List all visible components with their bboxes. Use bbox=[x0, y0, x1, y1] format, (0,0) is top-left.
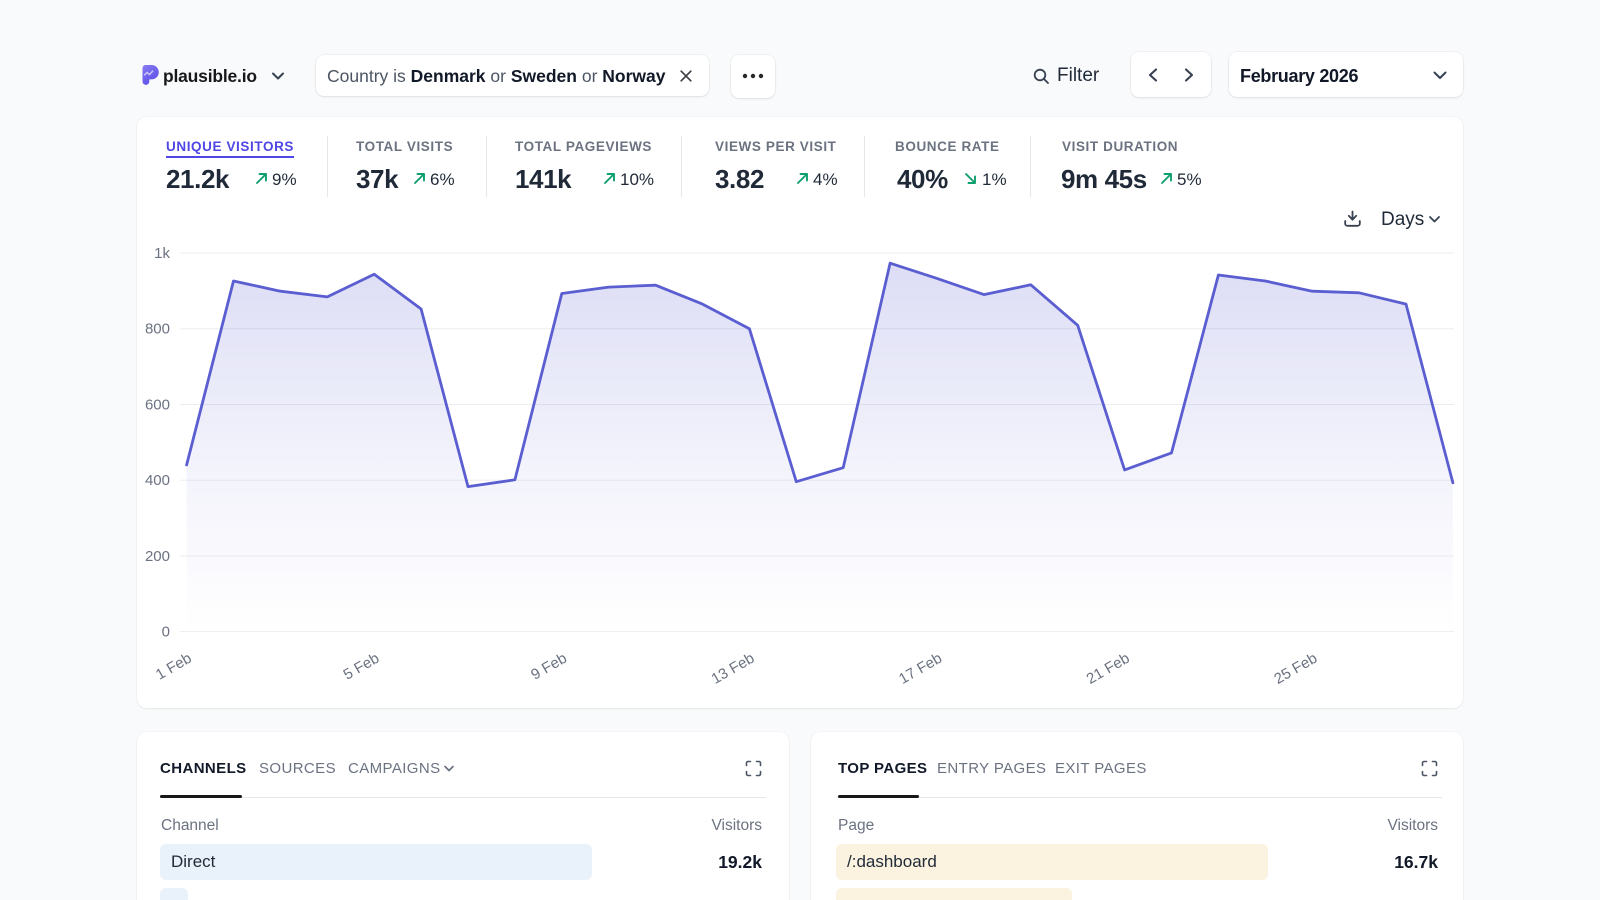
svg-text:600: 600 bbox=[145, 397, 170, 414]
svg-text:0: 0 bbox=[162, 624, 170, 641]
svg-text:13 Feb: 13 Feb bbox=[708, 650, 757, 688]
svg-text:17 Feb: 17 Feb bbox=[896, 650, 945, 688]
svg-text:21 Feb: 21 Feb bbox=[1084, 650, 1133, 688]
svg-text:1k: 1k bbox=[154, 245, 170, 262]
svg-text:400: 400 bbox=[145, 472, 170, 489]
svg-text:1 Feb: 1 Feb bbox=[153, 650, 195, 684]
svg-text:800: 800 bbox=[145, 321, 170, 338]
svg-text:9 Feb: 9 Feb bbox=[528, 650, 570, 684]
svg-text:25 Feb: 25 Feb bbox=[1271, 650, 1320, 688]
svg-text:5 Feb: 5 Feb bbox=[340, 650, 382, 684]
svg-text:200: 200 bbox=[145, 548, 170, 565]
